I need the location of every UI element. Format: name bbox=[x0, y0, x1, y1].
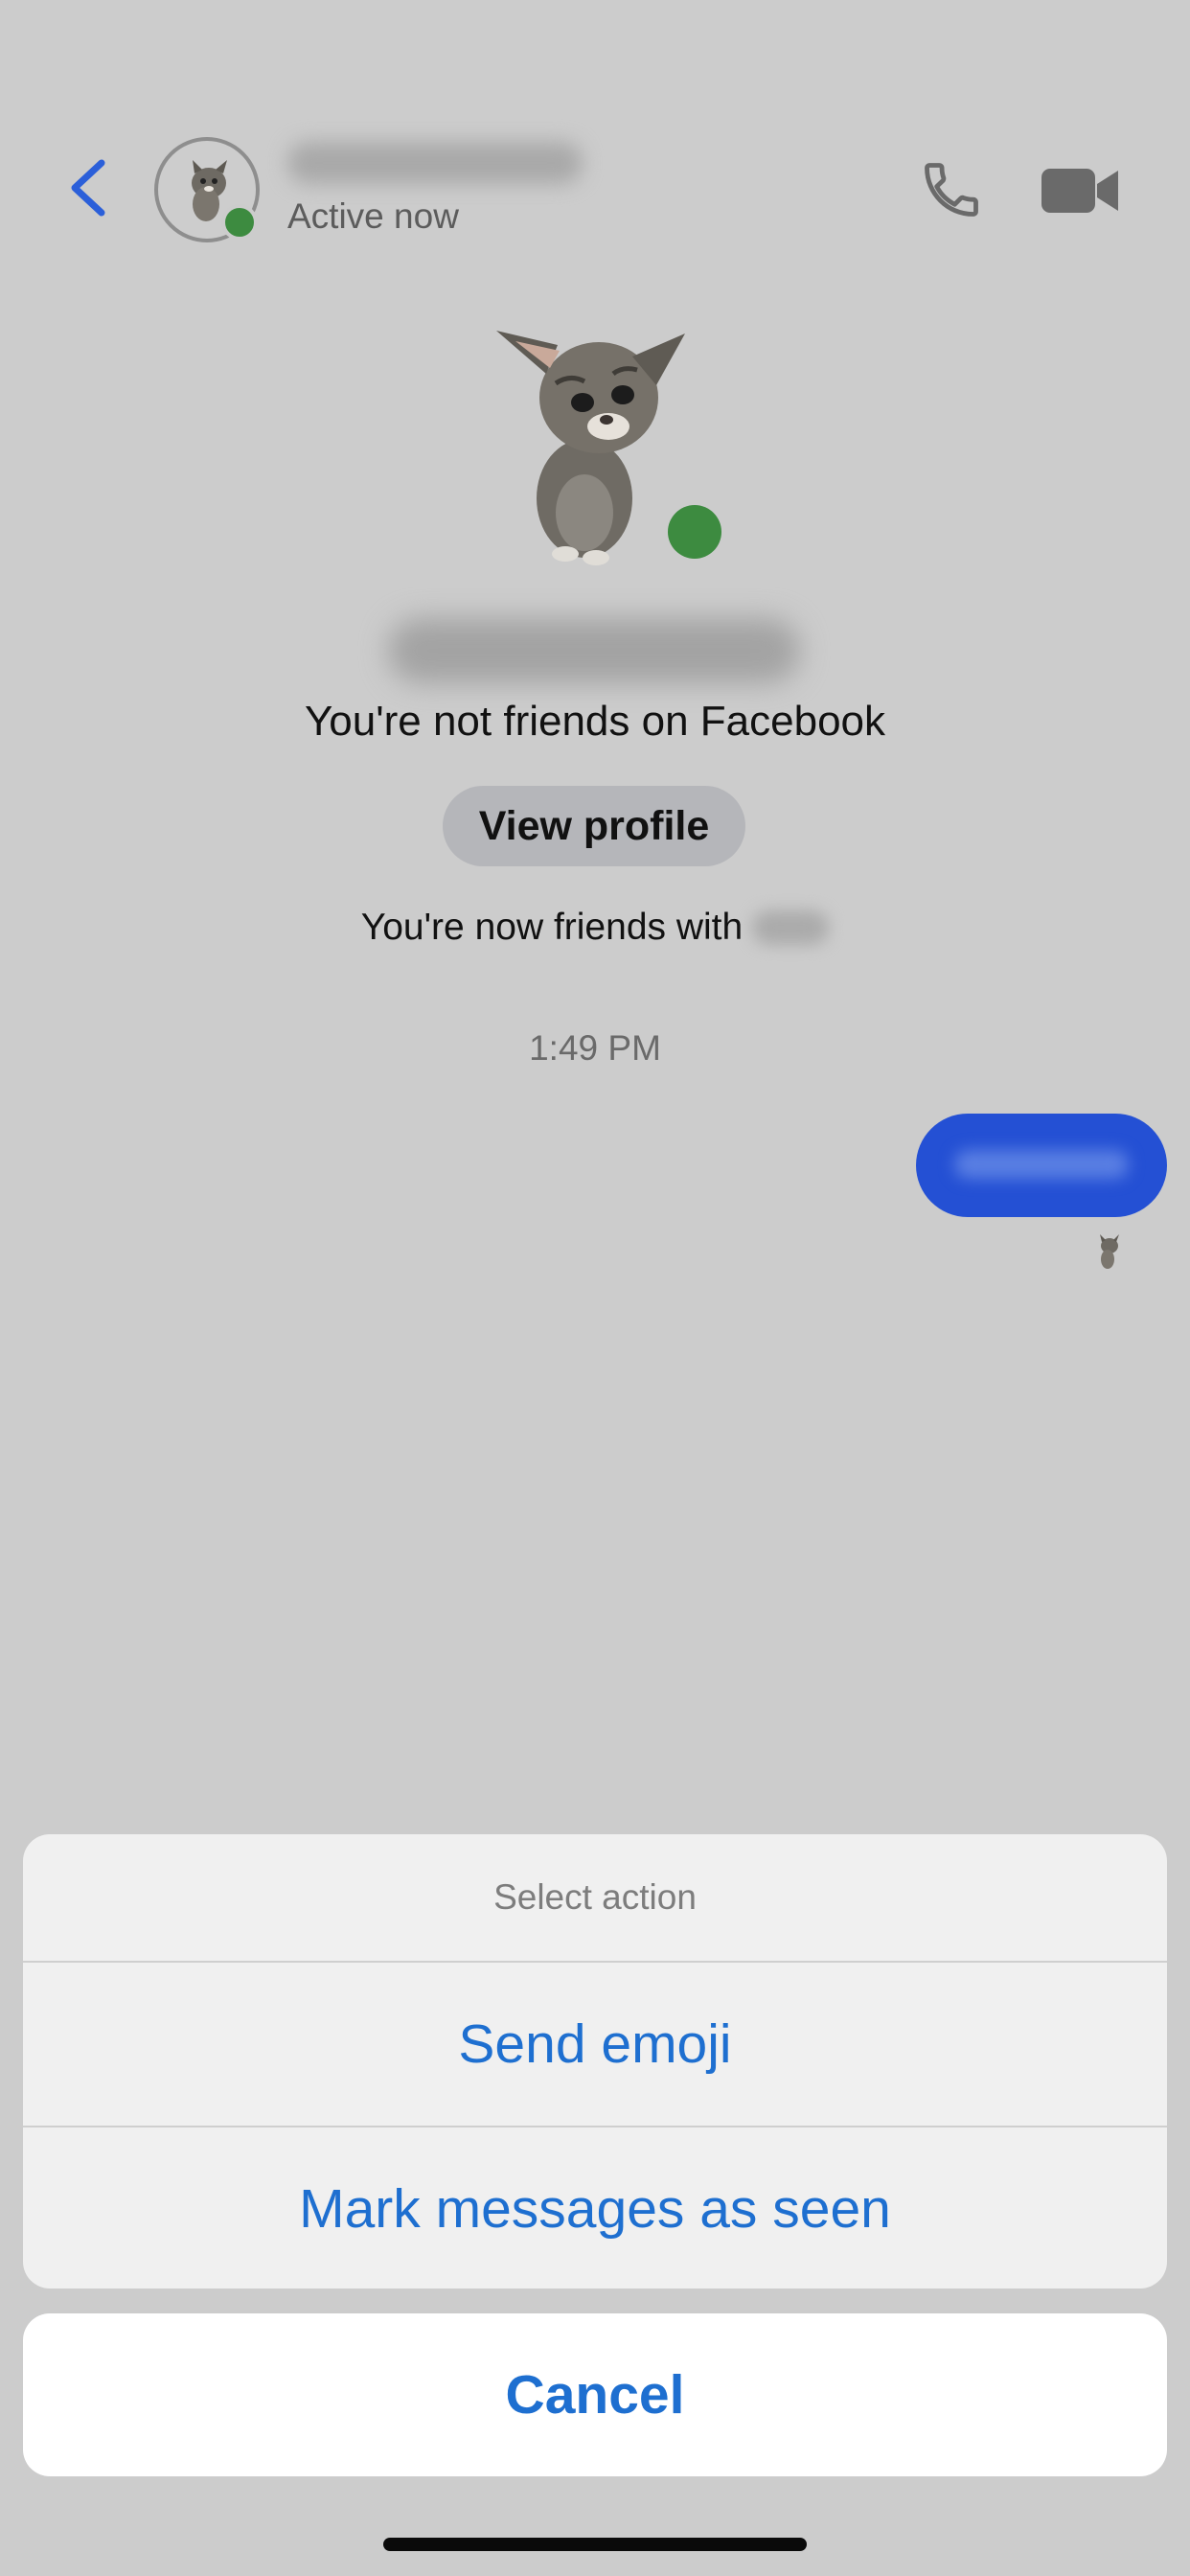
relationship-status: You're not friends on Facebook bbox=[304, 698, 886, 745]
friends-notice-text: You're now friends with bbox=[360, 907, 744, 948]
action-sheet: Select action Send emoji Mark messages a… bbox=[23, 1834, 1167, 2288]
message-timestamp: 1:49 PM bbox=[529, 1028, 661, 1068]
active-status-text: Active now bbox=[287, 196, 459, 236]
message-text-redacted bbox=[954, 1150, 1129, 1179]
video-camera-icon bbox=[1041, 169, 1118, 213]
kitten-seen-image bbox=[1100, 1234, 1119, 1269]
audio-call-button[interactable] bbox=[915, 153, 988, 226]
action-sheet-title: Select action bbox=[493, 1877, 697, 1917]
video-call-button[interactable] bbox=[1035, 153, 1127, 226]
contact-name-redacted bbox=[287, 142, 583, 184]
online-status-dot bbox=[221, 204, 258, 241]
profile-online-dot bbox=[668, 505, 721, 559]
back-button[interactable] bbox=[59, 153, 117, 222]
cancel-button[interactable]: Cancel bbox=[23, 2313, 1167, 2476]
home-indicator[interactable] bbox=[383, 2538, 807, 2551]
send-emoji-option[interactable]: Send emoji bbox=[23, 1963, 1167, 2126]
friend-name-redacted bbox=[752, 910, 830, 945]
contact-avatar[interactable] bbox=[154, 137, 260, 242]
chevron-left-icon bbox=[71, 159, 105, 217]
sent-message-bubble[interactable] bbox=[916, 1114, 1167, 1217]
view-profile-button[interactable]: View profile bbox=[443, 786, 745, 866]
profile-name-redacted bbox=[388, 618, 800, 683]
phone-icon bbox=[925, 163, 978, 217]
mark-seen-option[interactable]: Mark messages as seen bbox=[23, 2128, 1167, 2288]
friends-notice: You're now friends with bbox=[0, 907, 1190, 949]
seen-receipt-avatar bbox=[1092, 1232, 1125, 1271]
